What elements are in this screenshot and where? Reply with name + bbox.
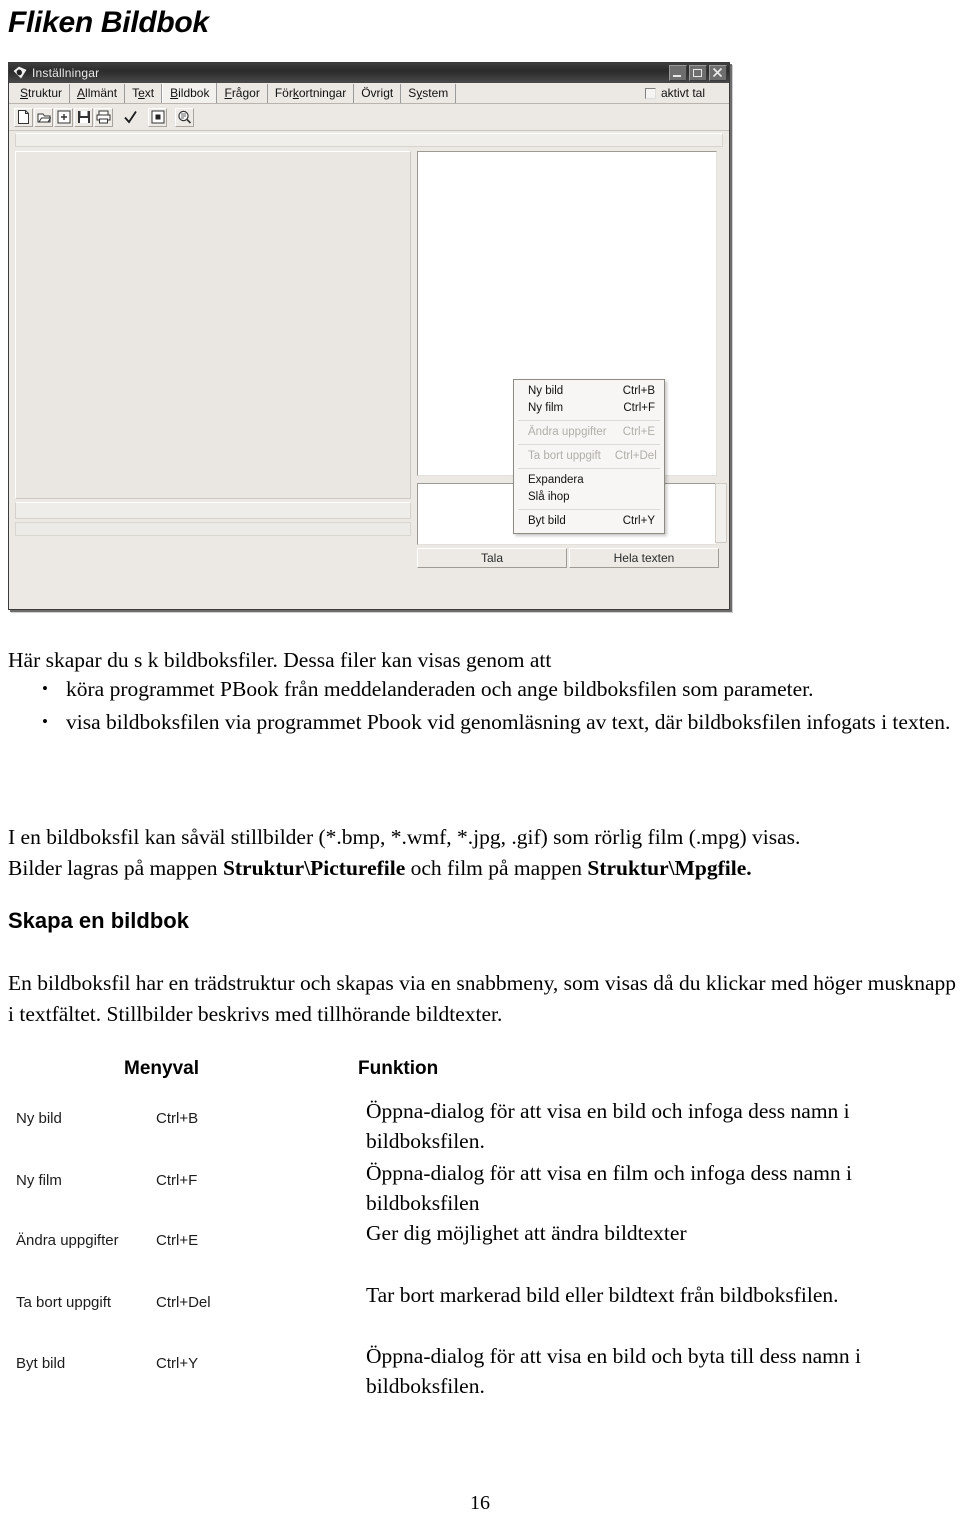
context-menu-label: Slå ihop [528, 491, 570, 503]
menu-shortcut: Ctrl+E [156, 1232, 199, 1249]
menu-description: Öppna-dialog för att visa en film och in… [366, 1161, 853, 1215]
formats-line-2-middle: och film på mappen [405, 856, 588, 880]
context-menu-item-andra-uppgifter: Ändra uppgifter Ctrl+E [514, 424, 664, 441]
tab-fragor[interactable]: Frågor [217, 84, 268, 103]
context-menu-item-ta-bort-uppgift: Ta bort uppgift Ctrl+Del [514, 448, 664, 465]
context-menu-item-ny-film[interactable]: Ny film Ctrl+F [514, 400, 664, 417]
save-icon[interactable] [74, 107, 93, 127]
stop-icon[interactable] [148, 107, 167, 127]
context-menu-separator [518, 468, 660, 469]
tree-paragraph: En bildboksfil har en trädstruktur och s… [8, 971, 956, 1026]
tab-ovrigt[interactable]: Övrigt [354, 84, 402, 103]
menu-label: Byt bild [16, 1355, 66, 1372]
close-icon[interactable] [709, 65, 727, 81]
context-menu-item-byt-bild[interactable]: Byt bild Ctrl+Y [514, 513, 664, 530]
menu-label: Ny bild [16, 1110, 62, 1127]
page-number: 16 [470, 1492, 490, 1514]
table-header-funktion: Funktion [358, 1058, 439, 1079]
dialog-body: Tala Hela texten Ny bild Ctrl+B Ny film … [9, 131, 729, 609]
gem-icon [13, 66, 27, 80]
print-icon[interactable] [94, 107, 113, 127]
context-menu-label: Ta bort uppgift [528, 450, 601, 462]
vertical-scrollbar[interactable] [715, 483, 727, 543]
intro-bullet-list: köra programmet PBook från meddelanderad… [8, 673, 952, 740]
tala-button[interactable]: Tala [417, 548, 567, 568]
new-document-icon[interactable] [14, 107, 33, 127]
context-menu-shortcut: Ctrl+Del [614, 450, 657, 462]
menu-description: Öppna-dialog för att visa en bild och by… [366, 1344, 861, 1398]
hela-texten-button[interactable]: Hela texten [569, 548, 719, 568]
tab-struktur[interactable]: Struktur [13, 84, 71, 103]
context-menu-label: Ny bild [528, 385, 564, 397]
context-menu-separator [518, 509, 660, 510]
menu-description: Ger dig möjlighet att ändra bildtexter [366, 1221, 687, 1245]
top-toolbar-strip [15, 133, 723, 147]
list-item: visa bildboksfilen via programmet Pbook … [8, 706, 952, 738]
menu-shortcut: Ctrl+F [156, 1172, 198, 1189]
context-menu-label: Ny film [528, 402, 564, 414]
menu-description: Tar bort markerad bild eller bildtext fr… [366, 1283, 839, 1307]
list-item: köra programmet PBook från meddelanderad… [8, 673, 952, 705]
preview-icon[interactable] [175, 107, 194, 127]
picture-folder-path: Struktur\Picturefile [222, 856, 406, 880]
table-header-menyval: Menyval [124, 1058, 199, 1079]
dialog-title: Inställningar [32, 66, 100, 80]
formats-paragraph: I en bildboksfil kan såväl stillbilder (… [8, 822, 952, 884]
context-menu-shortcut: Ctrl+E [622, 426, 655, 438]
aktivt-tal-checkbox[interactable]: aktivt tal [644, 86, 705, 100]
context-menu-item-sla-ihop[interactable]: Slå ihop [514, 489, 664, 506]
open-folder-icon[interactable] [34, 107, 53, 127]
menu-shortcut: Ctrl+Del [156, 1294, 211, 1311]
tab-text[interactable]: Text [125, 84, 163, 103]
menu-label: Ny film [16, 1172, 62, 1189]
left-strip-lower [15, 522, 411, 536]
menu-description: Öppna-dialog för att visa en bild och in… [366, 1099, 850, 1153]
mpg-folder-path: Struktur\Mpgfile. [587, 856, 752, 880]
dialog-titlebar: Inställningar [9, 63, 729, 83]
intro-paragraph: Här skapar du s k bildboksfiler. Dessa f… [8, 648, 552, 672]
dialog-tabstrip: Struktur Allmänt Text Bildbok Frågor För… [9, 83, 729, 104]
section-heading: Skapa en bildbok [8, 908, 189, 933]
tab-system[interactable]: System [401, 84, 457, 103]
dialog-toolbar [9, 104, 729, 131]
context-menu-shortcut: Ctrl+B [622, 385, 655, 397]
check-icon[interactable] [121, 108, 140, 127]
tab-allmant[interactable]: Allmänt [70, 84, 126, 103]
tab-bildbok[interactable]: Bildbok [162, 83, 218, 103]
context-menu-separator [518, 420, 660, 421]
context-menu-shortcut: Ctrl+F [623, 402, 655, 414]
bildbok-tree-pane[interactable] [15, 151, 411, 499]
dialog-button-row: Tala Hela texten [417, 548, 719, 568]
minimize-icon[interactable] [669, 65, 687, 81]
context-menu-separator [518, 444, 660, 445]
context-menu-label: Byt bild [528, 515, 566, 527]
page-title: Fliken Bildbok [8, 6, 209, 39]
tab-forkortningar[interactable]: Förkortningar [268, 84, 355, 103]
context-menu-item-ny-bild[interactable]: Ny bild Ctrl+B [514, 383, 664, 400]
left-strip-upper [15, 502, 411, 519]
context-menu-label: Expandera [528, 474, 584, 486]
maximize-icon[interactable] [689, 65, 707, 81]
menu-shortcut: Ctrl+Y [156, 1355, 199, 1372]
formats-line-2-prefix: Bilder lagras på mappen [8, 856, 223, 880]
menu-label: Ändra uppgifter [16, 1232, 119, 1249]
settings-dialog-screenshot: Inställningar Struktur Allmänt Text Bild… [8, 62, 730, 610]
bildbok-context-menu: Ny bild Ctrl+B Ny film Ctrl+F Ändra uppg… [513, 379, 665, 534]
save-as-icon[interactable] [54, 107, 73, 127]
formats-line-1: I en bildboksfil kan såväl stillbilder (… [8, 825, 801, 849]
context-menu-label: Ändra uppgifter [528, 426, 607, 438]
window-controls [669, 65, 727, 81]
aktivt-tal-label: aktivt tal [660, 86, 705, 100]
context-menu-item-expandera[interactable]: Expandera [514, 472, 664, 489]
checkbox-box[interactable] [644, 87, 656, 99]
menu-shortcut: Ctrl+B [156, 1110, 199, 1127]
context-menu-shortcut: Ctrl+Y [622, 515, 655, 527]
menu-label: Ta bort uppgift [16, 1294, 112, 1311]
